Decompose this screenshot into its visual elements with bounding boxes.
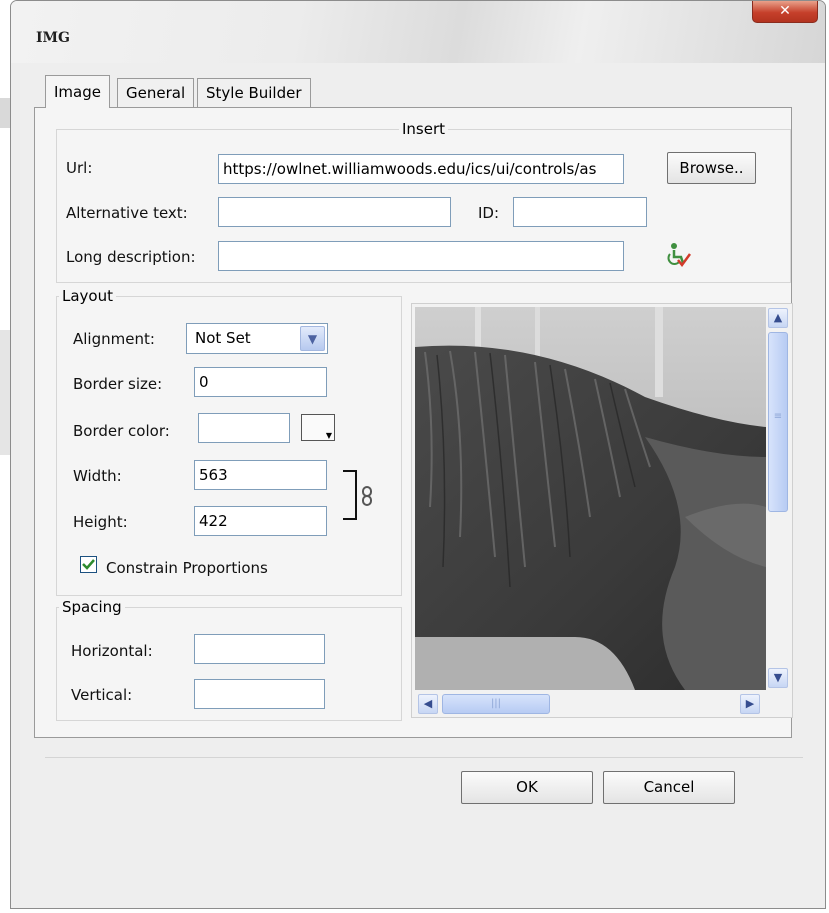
ok-button[interactable]: OK xyxy=(461,771,593,804)
border-size-label: Border size: xyxy=(73,375,163,393)
proportion-bracket xyxy=(343,470,357,520)
scroll-down-button[interactable]: ▼ xyxy=(768,668,788,688)
image-preview-pane[interactable]: ▲ ≡ ▼ ◀ ||| ▶ xyxy=(411,303,793,718)
dropdown-arrow-icon: ▼ xyxy=(325,431,332,440)
id-label: ID: xyxy=(478,204,500,222)
checkmark-icon xyxy=(82,559,95,570)
vertical-scrollbar-thumb[interactable]: ≡ xyxy=(768,332,788,512)
background-app-strip xyxy=(0,330,10,455)
horse-preview-image xyxy=(415,307,766,690)
width-input[interactable]: 563 xyxy=(194,460,327,490)
alignment-value: Not Set xyxy=(195,329,251,347)
vertical-spacing-input[interactable] xyxy=(194,679,325,709)
horizontal-label: Horizontal: xyxy=(71,642,153,660)
long-description-label: Long description: xyxy=(66,248,196,266)
constrain-proportions-label[interactable]: Constrain Proportions xyxy=(106,559,268,577)
width-label: Width: xyxy=(73,467,122,485)
alternative-text-input[interactable] xyxy=(218,197,451,227)
id-input[interactable] xyxy=(513,197,647,227)
tab-style-builder[interactable]: Style Builder xyxy=(197,78,311,108)
cancel-button[interactable]: Cancel xyxy=(603,771,735,804)
alternative-text-label: Alternative text: xyxy=(66,204,188,222)
border-color-input[interactable] xyxy=(198,413,290,443)
chevron-down-icon[interactable]: ▼ xyxy=(300,326,325,351)
scroll-up-button[interactable]: ▲ xyxy=(768,308,788,328)
chain-link-icon[interactable] xyxy=(361,486,373,506)
title-bar[interactable]: IMG ✕ xyxy=(11,1,825,63)
scroll-right-button[interactable]: ▶ xyxy=(740,694,760,714)
grip-icon: ||| xyxy=(490,698,502,709)
grip-icon: ≡ xyxy=(773,411,783,422)
layout-legend: Layout xyxy=(62,287,113,305)
horizontal-spacing-input[interactable] xyxy=(194,634,325,664)
alignment-label: Alignment: xyxy=(73,330,155,348)
url-label: Url: xyxy=(66,159,93,177)
close-button[interactable]: ✕ xyxy=(752,1,818,23)
dialog-title: IMG xyxy=(36,30,71,46)
alignment-select[interactable]: Not Set ▼ xyxy=(186,323,328,354)
tab-image[interactable]: Image xyxy=(45,75,110,108)
browse-button[interactable]: Browse.. xyxy=(667,152,756,184)
scroll-left-button[interactable]: ◀ xyxy=(418,694,438,714)
constrain-proportions-checkbox[interactable] xyxy=(80,556,97,573)
horizontal-scrollbar-thumb[interactable]: ||| xyxy=(442,694,550,714)
color-picker-button[interactable]: ▼ xyxy=(301,414,335,441)
border-size-input[interactable]: 0 xyxy=(194,367,327,397)
spacing-legend: Spacing xyxy=(62,598,122,616)
tab-general[interactable]: General xyxy=(117,78,195,108)
long-description-input[interactable] xyxy=(218,241,624,271)
height-label: Height: xyxy=(73,513,128,531)
insert-legend: Insert xyxy=(401,120,446,138)
footer-separator xyxy=(45,757,803,758)
vertical-label: Vertical: xyxy=(71,686,133,704)
border-color-label: Border color: xyxy=(73,422,170,440)
accessibility-check-icon[interactable] xyxy=(664,242,692,268)
height-input[interactable]: 422 xyxy=(194,506,327,536)
url-input[interactable]: https://owlnet.williamwoods.edu/ics/ui/c… xyxy=(218,154,624,184)
background-app-strip xyxy=(0,98,10,128)
